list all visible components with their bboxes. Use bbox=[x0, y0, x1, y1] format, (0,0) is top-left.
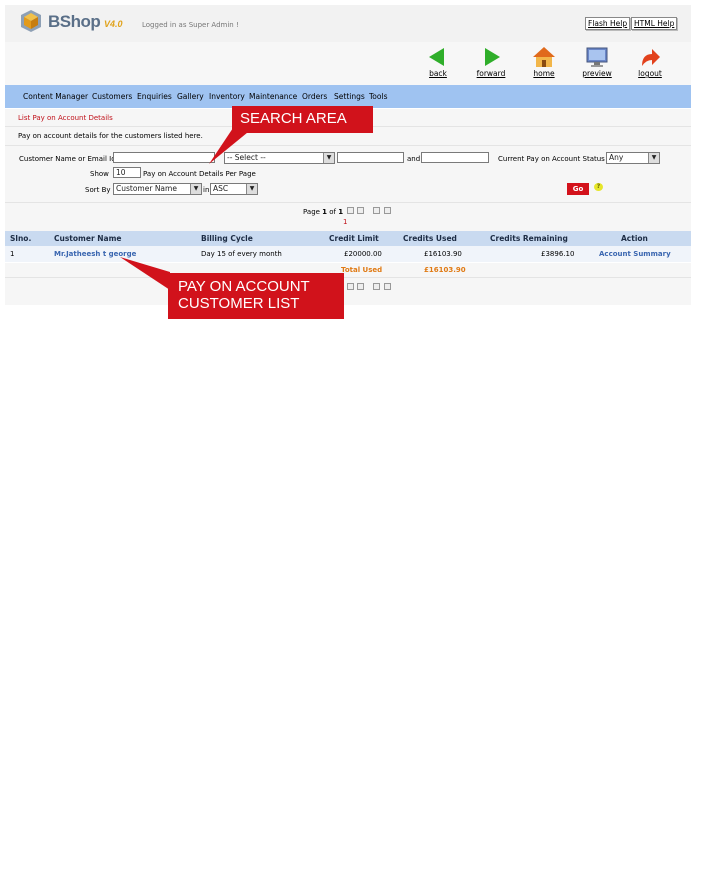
home-button[interactable]: home bbox=[524, 46, 564, 78]
list-callout-line2: CUSTOMER LIST bbox=[178, 295, 300, 312]
divider bbox=[5, 262, 691, 263]
status-select-value: Any bbox=[609, 153, 624, 162]
chevron-down-icon: ▼ bbox=[648, 153, 659, 163]
home-label: home bbox=[533, 69, 555, 78]
back-button[interactable]: back bbox=[418, 46, 458, 78]
first-page-icon[interactable] bbox=[347, 207, 354, 214]
in-label: in bbox=[203, 186, 210, 194]
col-customer-name[interactable]: Customer Name bbox=[54, 234, 122, 243]
col-credit-limit: Credit Limit bbox=[329, 234, 379, 243]
pager-text: Page 1 of 1 bbox=[303, 208, 343, 216]
list-callout-pointer bbox=[120, 257, 170, 290]
page-link[interactable]: 1 bbox=[343, 218, 347, 226]
last-page-icon[interactable] bbox=[384, 207, 391, 214]
sort-order-select-value: ASC bbox=[213, 184, 229, 193]
chevron-down-icon: ▼ bbox=[190, 184, 201, 194]
col-billing-cycle: Billing Cycle bbox=[201, 234, 253, 243]
version-label: V4.0 bbox=[104, 19, 123, 29]
next-page-icon[interactable] bbox=[373, 283, 380, 290]
chevron-down-icon: ▼ bbox=[246, 184, 257, 194]
page-description: Pay on account details for the customers… bbox=[18, 132, 203, 140]
cell-billing-cycle: Day 15 of every month bbox=[201, 250, 282, 258]
per-page-label: Pay on Account Details Per Page bbox=[143, 170, 256, 178]
range-from-input[interactable] bbox=[337, 152, 404, 163]
logo-text: BShop bbox=[48, 12, 101, 31]
help-icon[interactable]: ? bbox=[594, 183, 603, 191]
home-icon bbox=[533, 47, 555, 67]
preview-button[interactable]: preview bbox=[577, 46, 617, 78]
back-label: back bbox=[429, 69, 447, 78]
cell-credits-used: £16103.90 bbox=[424, 250, 462, 258]
chevron-down-icon: ▼ bbox=[323, 153, 334, 163]
status-label: Current Pay on Account Status bbox=[498, 155, 605, 163]
divider bbox=[5, 202, 691, 203]
col-slno: Slno. bbox=[10, 234, 32, 243]
prev-page-icon[interactable] bbox=[357, 207, 364, 214]
next-page-icon[interactable] bbox=[373, 207, 380, 214]
logout-label: logout bbox=[638, 69, 662, 78]
and-label: and bbox=[407, 155, 421, 163]
sort-by-select-value: Customer Name bbox=[116, 184, 177, 193]
go-button[interactable]: Go bbox=[567, 183, 589, 195]
flash-help-button[interactable]: Flash Help bbox=[585, 17, 631, 30]
sort-label: Sort By bbox=[85, 186, 111, 194]
preview-label: preview bbox=[582, 69, 612, 78]
pager-prefix: Page bbox=[303, 208, 323, 216]
sort-order-select[interactable]: ASC ▼ bbox=[210, 183, 258, 195]
per-page-input[interactable]: 10 bbox=[113, 167, 141, 178]
logged-in-text: Logged in as Super Admin ! bbox=[142, 21, 239, 29]
search-callout-pointer bbox=[209, 128, 253, 164]
menu-content-manager[interactable]: Content Manager bbox=[23, 92, 88, 101]
divider bbox=[5, 277, 691, 278]
forward-label: forward bbox=[476, 69, 506, 78]
logout-button[interactable]: logout bbox=[630, 46, 670, 78]
search-callout-text: SEARCH AREA bbox=[240, 110, 347, 127]
menu-tools[interactable]: Tools bbox=[369, 92, 387, 101]
col-credits-remaining: Credits Remaining bbox=[490, 234, 568, 243]
status-select[interactable]: Any ▼ bbox=[606, 152, 660, 164]
page-title: List Pay on Account Details bbox=[18, 114, 113, 122]
sort-by-select[interactable]: Customer Name ▼ bbox=[113, 183, 202, 195]
menu-enquiries[interactable]: Enquiries bbox=[137, 92, 172, 101]
menu-customers[interactable]: Customers bbox=[92, 92, 132, 101]
first-page-icon[interactable] bbox=[347, 283, 354, 290]
search-area-callout: SEARCH AREA bbox=[232, 106, 373, 133]
last-page-icon[interactable] bbox=[384, 283, 391, 290]
cell-credit-limit: £20000.00 bbox=[344, 250, 382, 258]
total-used-value: £16103.90 bbox=[424, 266, 466, 274]
col-credits-used: Credits Used bbox=[403, 234, 457, 243]
show-label: Show bbox=[90, 170, 109, 178]
forward-arrow-icon bbox=[485, 48, 500, 66]
customer-list-callout: PAY ON ACCOUNT CUSTOMER LIST bbox=[168, 273, 344, 319]
prev-page-icon[interactable] bbox=[357, 283, 364, 290]
pager-total: 1 bbox=[338, 208, 344, 216]
menu-maintenance[interactable]: Maintenance bbox=[249, 92, 297, 101]
logo-cube-icon bbox=[21, 10, 41, 32]
forward-button[interactable]: forward bbox=[471, 46, 511, 78]
divider bbox=[5, 145, 691, 146]
customer-search-label: Customer Name or Email Id bbox=[19, 155, 116, 163]
menu-inventory[interactable]: Inventory bbox=[209, 92, 245, 101]
menu-gallery[interactable]: Gallery bbox=[177, 92, 204, 101]
back-arrow-icon bbox=[429, 48, 444, 66]
list-callout-line1: PAY ON ACCOUNT bbox=[178, 278, 310, 295]
menu-settings[interactable]: Settings bbox=[334, 92, 365, 101]
cell-slno: 1 bbox=[10, 250, 15, 258]
logout-arrow-icon bbox=[642, 49, 660, 66]
menu-orders[interactable]: Orders bbox=[302, 92, 327, 101]
html-help-button[interactable]: HTML Help bbox=[631, 17, 678, 30]
cell-credits-remaining: £3896.10 bbox=[541, 250, 575, 258]
monitor-icon bbox=[586, 47, 608, 67]
col-action: Action bbox=[621, 234, 648, 243]
total-used-label: Total Used bbox=[341, 266, 383, 274]
range-to-input[interactable] bbox=[421, 152, 489, 163]
account-summary-link[interactable]: Account Summary bbox=[599, 250, 671, 258]
pager-of: of bbox=[327, 208, 339, 216]
